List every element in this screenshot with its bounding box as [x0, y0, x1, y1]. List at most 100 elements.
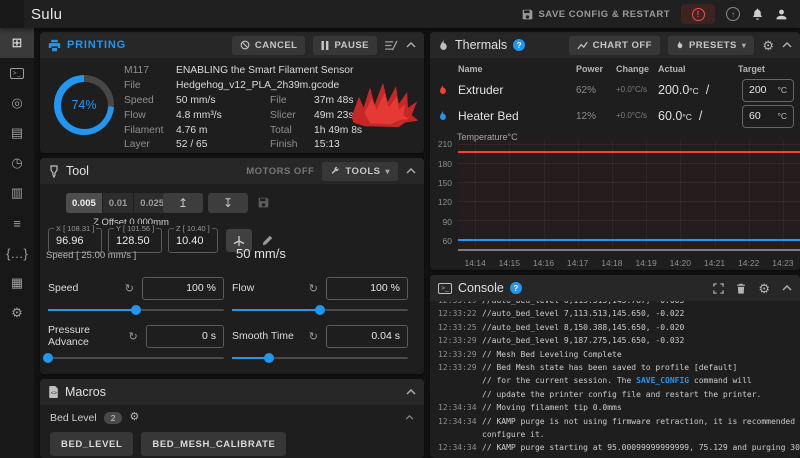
- macro-button-bed_mesh_calibrate[interactable]: BED_MESH_CALIBRATE: [141, 432, 286, 456]
- flame-icon: [438, 39, 449, 52]
- chart-toggle-button[interactable]: CHART OFF: [569, 36, 660, 55]
- printer-icon: [48, 39, 61, 52]
- file-icon: ▤: [11, 125, 23, 141]
- console-log[interactable]: 12:33:19//auto_bed_level 6,113.513,145.7…: [430, 294, 800, 458]
- sidebar-item-tune[interactable]: ≡: [0, 208, 34, 238]
- collapse-panel-icon[interactable]: [406, 42, 416, 48]
- clear-console-trash-icon[interactable]: [736, 283, 746, 294]
- heightmap-icon: ◎: [11, 95, 22, 111]
- sidebar-item-config[interactable]: {…}: [0, 238, 34, 268]
- collapse-panel-icon[interactable]: [782, 285, 792, 291]
- console-timestamp: [438, 374, 482, 387]
- temperature-chart: Temperature°C 2101801501209060 14:1414:1…: [430, 132, 800, 270]
- macro-group-row[interactable]: Bed Level 2 ⚙: [40, 405, 424, 430]
- grid-line: [749, 141, 750, 249]
- console-message: // for the current session. The SAVE_CON…: [482, 374, 752, 387]
- cancel-print-button[interactable]: CANCEL: [232, 36, 306, 55]
- motors-off-button[interactable]: MOTORS OFF: [246, 166, 314, 177]
- macro-buttons: BED_LEVEL BED_MESH_CALIBRATE: [40, 430, 424, 458]
- collapse-panel-icon[interactable]: [406, 389, 416, 395]
- macro-button-bed_level[interactable]: BED_LEVEL: [50, 432, 133, 456]
- reset-icon[interactable]: ↻: [309, 282, 318, 295]
- speed-slider[interactable]: [48, 309, 224, 311]
- pause-print-button[interactable]: PAUSE: [313, 36, 377, 55]
- speed-input[interactable]: 100 %: [142, 277, 224, 300]
- pressure-advance-slider-thumb[interactable]: [43, 353, 53, 363]
- reset-icon[interactable]: ↻: [125, 282, 134, 295]
- console-message: //auto_bed_level 8,150.388,145.650, -0.0…: [482, 321, 684, 334]
- collapse-group-icon[interactable]: [405, 415, 414, 420]
- exclude-object-icon[interactable]: [385, 40, 398, 51]
- nozzle-icon: [48, 165, 60, 178]
- target-temp-input[interactable]: 200°C: [742, 79, 794, 102]
- speed-slider-thumb[interactable]: [131, 305, 141, 315]
- sidebar-item-machine[interactable]: ▦: [0, 268, 34, 298]
- update-available-icon[interactable]: ↑: [726, 7, 740, 21]
- collapse-panel-icon[interactable]: [406, 168, 416, 174]
- z-offset-up-button[interactable]: ↥: [163, 193, 203, 213]
- printing-panel: PRINTING CANCEL PAUSE: [40, 32, 424, 153]
- help-icon[interactable]: ?: [513, 39, 525, 51]
- macros-panel-title: Macros: [65, 385, 106, 399]
- target-temp-input[interactable]: 60°C: [742, 105, 794, 128]
- sidebar-item-console[interactable]: >_: [0, 58, 34, 88]
- print-status-title: PRINTING: [67, 39, 126, 51]
- pressure-advance-input[interactable]: 0 s: [146, 325, 224, 348]
- stat-value: Hedgehog_v12_PLA_2h39m.gcode: [176, 80, 362, 93]
- help-icon[interactable]: ?: [510, 282, 522, 294]
- stat-label: File: [270, 95, 314, 108]
- sidebar-item-timelapse[interactable]: ▥: [0, 178, 34, 208]
- sidebar-item-settings[interactable]: ⚙: [0, 298, 34, 328]
- console-panel: >_ Console ? ⚙: [430, 275, 800, 458]
- print-progress-value: 74%: [61, 82, 108, 129]
- flow-input[interactable]: 100 %: [326, 277, 408, 300]
- series-extruder: [458, 151, 800, 153]
- flow-slider[interactable]: [232, 309, 408, 311]
- series-heater-bed: [458, 239, 800, 241]
- tool-panel: Tool MOTORS OFF TOOLS ▾: [40, 158, 424, 374]
- reset-icon[interactable]: ↻: [309, 330, 318, 343]
- console-line: 12:33:29// Mesh Bed Leveling Complete: [438, 348, 800, 361]
- heater-actual-temp: 200.0°C /: [658, 83, 738, 97]
- expand-console-icon[interactable]: [713, 283, 724, 294]
- console-settings-gear-icon[interactable]: ⚙: [758, 282, 770, 295]
- chart-x-axis: 14:1414:1514:1614:1714:1814:1914:2014:21…: [458, 258, 800, 270]
- target-unit: °C: [777, 85, 787, 95]
- smooth-time-slider-thumb[interactable]: [264, 353, 274, 363]
- flow-slider-block: Flow ↻ 100 %: [232, 276, 408, 311]
- stat-value: 50 mm/s: [176, 95, 270, 108]
- sidebar-item-history[interactable]: ◷: [0, 148, 34, 178]
- tools-menu-button[interactable]: TOOLS ▾: [322, 162, 398, 181]
- cancel-icon: [240, 40, 250, 50]
- presets-button[interactable]: PRESETS ▾: [668, 36, 754, 55]
- save-z-offset-icon[interactable]: [258, 197, 269, 208]
- babystep-button-0.01[interactable]: 0.01: [103, 193, 135, 213]
- chevron-down-icon: ▾: [385, 167, 390, 176]
- macro-settings-gear-icon[interactable]: ⚙: [129, 412, 139, 423]
- thermals-settings-gear-icon[interactable]: ⚙: [762, 39, 774, 52]
- emergency-stop-button[interactable]: !: [681, 4, 715, 24]
- save-config-restart-button[interactable]: SAVE CONFIG & RESTART: [522, 9, 670, 20]
- console-line: 12:33:22//auto_bed_level 7,113.513,145.6…: [438, 307, 800, 320]
- smooth-time-slider[interactable]: [232, 357, 408, 359]
- print-progress-ring: 74%: [54, 75, 114, 135]
- speed-label: Speed: [48, 282, 78, 294]
- babystep-button-0.005[interactable]: 0.005: [66, 193, 103, 213]
- notifications-icon[interactable]: [751, 8, 764, 21]
- position-z-field[interactable]: Z [ 10.40 ] 10.40: [168, 228, 218, 253]
- x-tick-label: 14:17: [567, 258, 588, 268]
- sidebar-item-dashboard[interactable]: ⊞: [0, 28, 34, 58]
- smooth-time-input[interactable]: 0.04 s: [326, 325, 408, 348]
- dashboard-icon: ⊞: [12, 35, 23, 51]
- grid-line: [715, 141, 716, 249]
- reset-icon[interactable]: ↻: [128, 330, 137, 343]
- z-offset-down-button[interactable]: ↧: [208, 193, 248, 213]
- flow-slider-thumb[interactable]: [315, 305, 325, 315]
- sidebar-item-heightmap[interactable]: ◎: [0, 88, 34, 118]
- target-value: 60: [749, 110, 761, 122]
- collapse-panel-icon[interactable]: [782, 42, 792, 48]
- user-icon[interactable]: [775, 8, 788, 21]
- pressure-advance-slider[interactable]: [48, 357, 224, 359]
- sidebar-item-gcode-files[interactable]: ▤: [0, 118, 34, 148]
- flow-label: Flow: [232, 282, 254, 294]
